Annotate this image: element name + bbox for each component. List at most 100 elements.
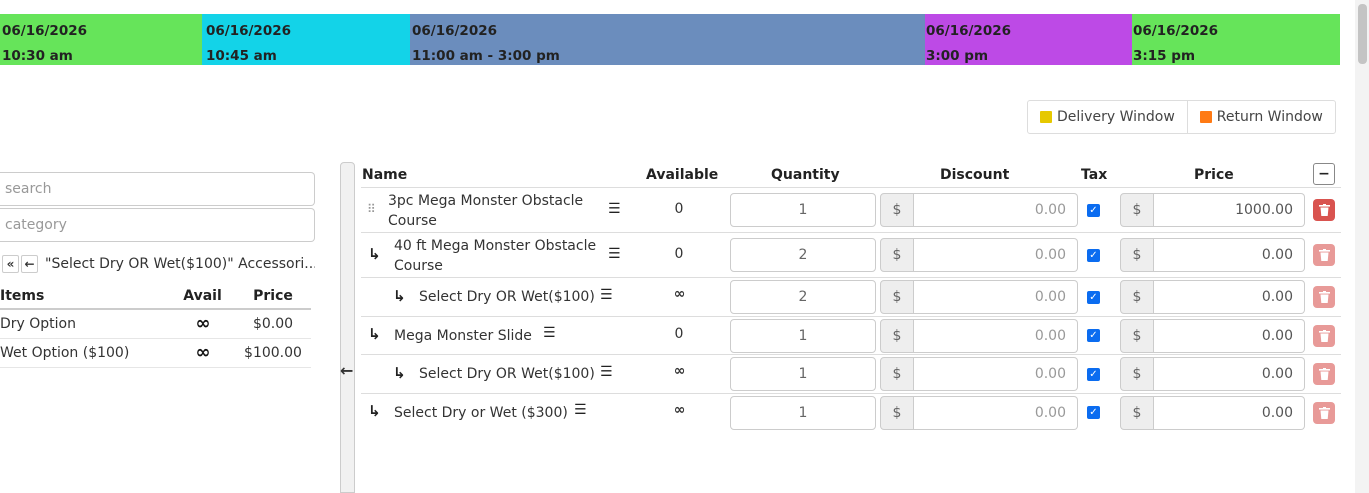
- timeline-segment[interactable]: 06/16/2026 11:00 am - 3:00 pm: [410, 14, 925, 65]
- list-item[interactable]: Dry Option ∞ $0.00: [0, 309, 311, 339]
- tax-checkbox[interactable]: ✓: [1087, 368, 1100, 381]
- price-input[interactable]: 0.00: [1154, 357, 1305, 391]
- list-icon[interactable]: ☰: [608, 201, 621, 217]
- sub-item-arrow-icon: ↳: [368, 325, 381, 343]
- quantity-input[interactable]: 2: [730, 238, 876, 272]
- list-item[interactable]: Wet Option ($100) ∞ $100.00: [0, 338, 311, 368]
- panel-splitter[interactable]: ←: [340, 162, 355, 493]
- item-available: 0: [674, 326, 684, 342]
- discount-currency: $: [880, 319, 914, 353]
- timeline-time: 10:30 am: [2, 48, 73, 64]
- accessory-name[interactable]: Wet Option ($100): [0, 338, 170, 368]
- tax-checkbox[interactable]: ✓: [1087, 291, 1100, 304]
- delete-button[interactable]: [1313, 244, 1335, 266]
- list-icon[interactable]: ☰: [600, 287, 613, 303]
- item-name: 3pc Mega Monster Obstacle Course: [388, 193, 584, 229]
- order-items-table: Name Available Quantity Discount Tax Pri…: [361, 162, 1341, 433]
- price-currency: $: [1120, 238, 1154, 272]
- list-icon[interactable]: ☰: [543, 325, 556, 341]
- col-items[interactable]: Items: [0, 284, 170, 310]
- timeline-date: 06/16/2026: [412, 23, 498, 39]
- quantity-input[interactable]: 1: [730, 193, 876, 227]
- list-icon[interactable]: ☰: [600, 364, 613, 380]
- discount-currency: $: [880, 280, 914, 314]
- list-icon[interactable]: ☰: [608, 246, 621, 262]
- page-scrollbar[interactable]: [1355, 0, 1369, 493]
- trash-icon: [1318, 249, 1330, 261]
- search-input[interactable]: search: [0, 172, 315, 206]
- table-row: ↳ Select Dry OR Wet($100) ☰ ∞ 1 $ 0.00 ✓…: [361, 355, 1341, 394]
- infinity-icon: ∞: [673, 363, 686, 379]
- discount-input[interactable]: 0.00: [914, 238, 1078, 272]
- delivery-window-button[interactable]: Delivery Window: [1028, 101, 1187, 133]
- discount-input[interactable]: 0.00: [914, 319, 1078, 353]
- price-currency: $: [1120, 319, 1154, 353]
- scrollbar-thumb[interactable]: [1358, 4, 1367, 64]
- discount-input[interactable]: 0.00: [914, 280, 1078, 314]
- delete-button[interactable]: [1313, 402, 1335, 424]
- delete-button[interactable]: [1313, 325, 1335, 347]
- timeline-date: 06/16/2026: [2, 23, 88, 39]
- table-row: ↳ Select Dry OR Wet($100) ☰ ∞ 2 $ 0.00 ✓…: [361, 278, 1341, 317]
- table-row: ↳ Mega Monster Slide ☰ 0 1 $ 0.00 ✓ $ 0.…: [361, 317, 1341, 355]
- timeline-time: 10:45 am: [206, 48, 277, 64]
- list-icon[interactable]: ☰: [574, 402, 587, 418]
- col-price[interactable]: Price: [235, 284, 311, 310]
- quantity-input[interactable]: 1: [730, 319, 876, 353]
- price-input[interactable]: 0.00: [1154, 238, 1305, 272]
- timeline-time: 3:00 pm: [926, 48, 989, 64]
- price-currency: $: [1120, 193, 1154, 227]
- infinity-icon: ∞: [195, 313, 211, 335]
- trash-icon: [1318, 204, 1330, 216]
- return-window-button[interactable]: Return Window: [1186, 101, 1335, 133]
- accessory-panel: search category « ← "Select Dry OR Wet($…: [0, 172, 316, 368]
- price-input[interactable]: 0.00: [1154, 280, 1305, 314]
- tax-checkbox[interactable]: ✓: [1087, 406, 1100, 419]
- trash-icon: [1318, 368, 1330, 380]
- item-available: 0: [674, 201, 684, 217]
- price-input[interactable]: 1000.00: [1154, 193, 1305, 227]
- double-left-icon[interactable]: «: [2, 255, 19, 273]
- left-arrow-icon[interactable]: ←: [21, 255, 38, 273]
- category-input[interactable]: category: [0, 208, 315, 242]
- discount-currency: $: [880, 396, 914, 430]
- timeline-time: 3:15 pm: [1133, 48, 1196, 64]
- accessory-price: $0.00: [235, 309, 311, 339]
- delete-button[interactable]: [1313, 286, 1335, 308]
- collapse-all-button[interactable]: −: [1313, 163, 1335, 185]
- return-window-label: Return Window: [1216, 109, 1323, 125]
- delivery-color-swatch-icon: [1040, 111, 1052, 123]
- price-currency: $: [1120, 280, 1154, 314]
- item-name: Select Dry OR Wet($100): [419, 289, 595, 305]
- item-name: Select Dry OR Wet($100): [419, 366, 595, 382]
- infinity-icon: ∞: [673, 286, 686, 302]
- infinity-icon: ∞: [195, 342, 211, 363]
- price-input[interactable]: 0.00: [1154, 396, 1305, 430]
- tax-checkbox[interactable]: ✓: [1087, 329, 1100, 342]
- timeline-segment[interactable]: 06/16/2026 3:00 pm: [925, 14, 1132, 65]
- trash-icon: [1318, 330, 1330, 342]
- timeline-date: 06/16/2026: [926, 23, 1012, 39]
- tax-checkbox[interactable]: ✓: [1087, 249, 1100, 262]
- delete-button[interactable]: [1313, 199, 1335, 221]
- collapse-left-icon[interactable]: ←: [340, 361, 353, 380]
- quantity-input[interactable]: 2: [730, 280, 876, 314]
- discount-input[interactable]: 0.00: [914, 357, 1078, 391]
- timeline-segment[interactable]: 06/16/2026 3:15 pm: [1132, 14, 1340, 65]
- drag-handle-icon[interactable]: ⠿: [367, 202, 376, 216]
- delete-button[interactable]: [1313, 363, 1335, 385]
- accessory-name[interactable]: Dry Option: [0, 309, 170, 339]
- quantity-input[interactable]: 1: [730, 357, 876, 391]
- discount-input[interactable]: 0.00: [914, 396, 1078, 430]
- delivery-window-label: Delivery Window: [1057, 109, 1175, 125]
- col-avail[interactable]: Avail: [170, 284, 235, 310]
- discount-input[interactable]: 0.00: [914, 193, 1078, 227]
- sub-item-arrow-icon: ↳: [368, 245, 381, 263]
- timeline-segment[interactable]: 06/16/2026 10:30 am: [0, 14, 202, 65]
- tax-checkbox[interactable]: ✓: [1087, 204, 1100, 217]
- quantity-input[interactable]: 1: [730, 396, 876, 430]
- timeline-segment[interactable]: 06/16/2026 10:45 am: [202, 14, 410, 65]
- accessory-title: "Select Dry OR Wet($100)" Accessori...: [45, 256, 315, 272]
- price-input[interactable]: 0.00: [1154, 319, 1305, 353]
- table-header: Name Available Quantity Discount Tax Pri…: [361, 162, 1341, 188]
